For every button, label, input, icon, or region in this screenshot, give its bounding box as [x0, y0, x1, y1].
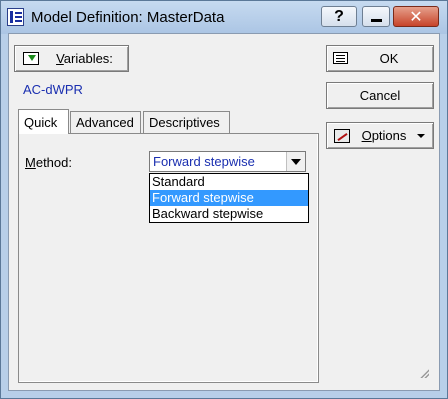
variables-icon	[23, 52, 39, 65]
chevron-down-icon	[291, 159, 301, 165]
variables-button-label: Variables:	[56, 51, 113, 66]
options-button[interactable]: Options	[326, 122, 434, 149]
help-icon: ?	[334, 7, 344, 25]
tab-advanced[interactable]: Advanced	[70, 111, 141, 133]
ok-button[interactable]: OK	[326, 45, 434, 72]
help-button[interactable]: ?	[321, 6, 357, 27]
options-label-rest: ptions	[371, 128, 407, 143]
options-icon	[334, 129, 350, 143]
close-button[interactable]: ✕	[393, 6, 439, 27]
model-definition-dialog: Model Definition: MasterData ? ✕ Variabl…	[0, 0, 448, 399]
cancel-button[interactable]: Cancel	[326, 82, 434, 109]
minimize-icon	[370, 18, 382, 22]
cancel-button-label: Cancel	[359, 88, 401, 103]
method-option-standard[interactable]: Standard	[150, 174, 308, 190]
variables-button[interactable]: Variables:	[14, 45, 129, 72]
title-bar[interactable]: Model Definition: MasterData ? ✕	[1, 1, 447, 34]
tab-quick-label: Quick	[24, 114, 58, 130]
ok-icon	[333, 52, 348, 64]
options-button-label: Options	[361, 128, 407, 143]
method-label-rest: ethod:	[35, 155, 72, 170]
ok-button-label: OK	[379, 51, 399, 66]
tab-descriptives[interactable]: Descriptives	[143, 111, 230, 133]
tab-advanced-label: Advanced	[76, 115, 134, 130]
minimize-button[interactable]	[362, 6, 390, 27]
variables-label-rest: ariables:	[63, 51, 113, 66]
method-label: Method:	[25, 155, 72, 170]
tab-descriptives-label: Descriptives	[149, 115, 220, 130]
selected-variable-label: AC-dWPR	[23, 82, 83, 97]
method-dropdown-button[interactable]	[286, 152, 305, 171]
method-option-forward-stepwise[interactable]: Forward stepwise	[150, 190, 308, 206]
tab-quick[interactable]: Quick	[18, 109, 69, 134]
method-select[interactable]: Forward stepwise	[149, 151, 306, 172]
close-icon: ✕	[409, 8, 423, 26]
window-title: Model Definition: MasterData	[31, 9, 225, 26]
method-select-value: Forward stepwise	[153, 154, 255, 169]
chevron-down-icon	[417, 134, 425, 138]
dialog-client-area: Variables: AC-dWPR OK Cancel Options Qui…	[8, 33, 440, 391]
app-window-icon	[7, 8, 24, 26]
resize-grip[interactable]	[419, 368, 429, 378]
method-option-backward-stepwise[interactable]: Backward stepwise	[150, 206, 308, 222]
method-dropdown-list: Standard Forward stepwise Backward stepw…	[149, 173, 309, 223]
